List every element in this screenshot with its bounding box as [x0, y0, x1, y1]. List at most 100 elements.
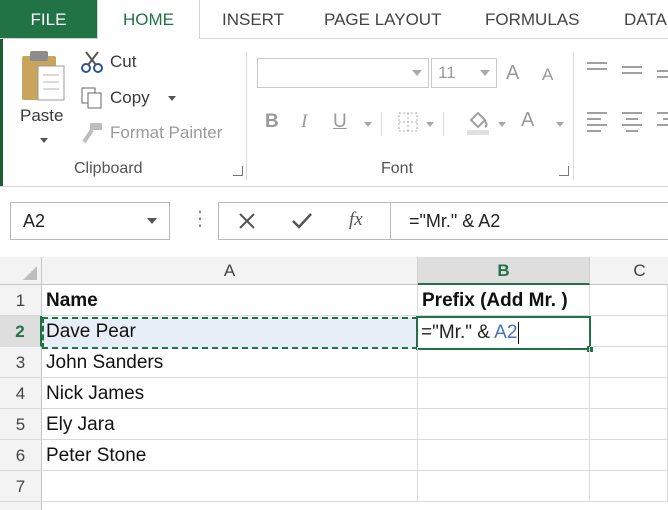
insert-function-icon[interactable]: fx — [349, 209, 363, 231]
row-header-4[interactable]: 4 — [0, 378, 42, 409]
font-color-dropdown-icon[interactable] — [556, 122, 564, 127]
tab-page-layout[interactable]: PAGE LAYOUT — [324, 0, 441, 38]
middle-align-button[interactable] — [620, 60, 644, 80]
ribbon-tab-bar: FILE HOME INSERT PAGE LAYOUT FORMULAS DA… — [0, 0, 668, 39]
paste-label: Paste — [20, 106, 64, 125]
align-right-icon — [657, 112, 668, 126]
cell-b4[interactable] — [418, 378, 590, 409]
font-launcher-icon[interactable] — [559, 166, 569, 176]
borders-dropdown-icon[interactable] — [426, 122, 434, 127]
name-box[interactable]: A2 — [10, 202, 170, 240]
shrink-font-icon[interactable]: A — [542, 65, 553, 85]
tab-data[interactable]: DATA — [624, 0, 667, 38]
active-cell-b2[interactable]: ="Mr." & A2 — [416, 316, 591, 350]
cell-c2[interactable] — [590, 316, 668, 347]
column-header-c[interactable]: C — [590, 257, 668, 285]
column-header-a[interactable]: A — [42, 257, 418, 285]
format-painter-button[interactable]: Format Painter — [80, 121, 240, 147]
cell-b5[interactable] — [418, 409, 590, 440]
cell-a4[interactable]: Nick James — [42, 378, 418, 409]
align-middle-icon — [622, 66, 642, 74]
align-center-icon — [622, 112, 642, 132]
paste-dropdown-icon[interactable] — [40, 138, 48, 143]
enter-checkmark-icon[interactable] — [291, 211, 313, 231]
row-header-6[interactable]: 6 — [0, 440, 42, 471]
copy-icon — [81, 87, 102, 109]
tab-formulas[interactable]: FORMULAS — [485, 0, 579, 38]
align-bottom-icon — [657, 70, 668, 78]
tab-insert[interactable]: INSERT — [222, 0, 284, 38]
copy-dropdown-icon[interactable] — [168, 96, 176, 101]
cell-b1[interactable]: Prefix (Add Mr. ) — [418, 285, 590, 316]
grow-font-icon[interactable]: A — [506, 62, 519, 85]
fill-color-dropdown-icon[interactable] — [498, 122, 506, 127]
paste-button[interactable]: Paste — [18, 48, 70, 158]
row-header-5[interactable]: 5 — [0, 409, 42, 440]
paint-bucket-icon — [467, 111, 489, 135]
cell-a7[interactable] — [42, 471, 418, 502]
cell-c1[interactable] — [590, 285, 668, 316]
formula-bar-grip-icon[interactable]: ⋮ — [190, 206, 210, 231]
cell-a5[interactable]: Ely Jara — [42, 409, 418, 440]
name-box-dropdown-icon[interactable] — [147, 218, 157, 224]
align-left-icon — [587, 112, 607, 132]
formula-text: ="Mr." & A2 — [409, 211, 501, 231]
font-color-button[interactable]: A — [521, 109, 534, 132]
clipboard-group-label: Clipboard — [74, 160, 143, 177]
font-size-select[interactable]: 11 — [431, 58, 497, 88]
cell-b7[interactable] — [418, 471, 590, 502]
cell-a1[interactable]: Name — [42, 285, 418, 316]
column-header-b[interactable]: B — [418, 257, 590, 285]
formula-input[interactable]: ="Mr." & A2 — [390, 202, 668, 240]
top-align-button[interactable] — [585, 60, 609, 80]
align-top-icon — [587, 62, 607, 70]
copy-button[interactable]: Copy — [80, 86, 180, 112]
cell-c5[interactable] — [590, 409, 668, 440]
cell-b3[interactable] — [418, 347, 590, 378]
align-left-button[interactable] — [585, 110, 609, 132]
cell-c6[interactable] — [590, 440, 668, 471]
cell-a3[interactable]: John Sanders — [42, 347, 418, 378]
name-box-value: A2 — [23, 211, 46, 231]
row-header-1[interactable]: 1 — [0, 285, 42, 316]
cell-a2[interactable]: Dave Pear — [42, 316, 418, 347]
cell-b6[interactable] — [418, 440, 590, 471]
cell-a6[interactable]: Peter Stone — [42, 440, 418, 471]
cell-c7[interactable] — [590, 471, 668, 502]
copy-label: Copy — [110, 88, 150, 107]
text-cursor — [518, 321, 520, 344]
borders-icon — [398, 112, 418, 132]
brush-icon — [82, 123, 102, 144]
align-right-button[interactable] — [655, 110, 668, 132]
cancel-icon[interactable] — [237, 211, 257, 231]
row-header-2[interactable]: 2 — [0, 316, 42, 347]
toolbar-divider — [443, 112, 444, 136]
font-size-value: 11 — [438, 63, 456, 82]
cell-b2-edit[interactable]: ="Mr." & A2 — [421, 318, 520, 348]
bottom-align-button[interactable] — [655, 60, 668, 80]
bold-button[interactable]: B — [265, 111, 279, 133]
row-header-7[interactable]: 7 — [0, 471, 42, 502]
font-family-dropdown-icon — [412, 70, 422, 76]
select-all-button[interactable] — [0, 257, 42, 285]
toolbar-divider — [381, 112, 382, 136]
cell-c4[interactable] — [590, 378, 668, 409]
cell-b2-formula-prefix: ="Mr." & — [421, 322, 495, 343]
font-group-label: Font — [381, 160, 414, 177]
cut-button[interactable]: Cut — [80, 50, 150, 76]
select-all-icon — [23, 266, 37, 280]
align-center-button[interactable] — [620, 110, 644, 132]
cut-label: Cut — [110, 52, 137, 71]
underline-button[interactable]: U — [333, 111, 347, 133]
borders-button[interactable] — [398, 112, 418, 132]
fill-color-button[interactable] — [465, 108, 491, 136]
clipboard-launcher-icon[interactable] — [233, 166, 243, 176]
tab-file[interactable]: FILE — [0, 0, 97, 38]
underline-dropdown-icon[interactable] — [364, 122, 372, 127]
cell-c3[interactable] — [590, 347, 668, 378]
tab-home[interactable]: HOME — [97, 0, 200, 39]
italic-button[interactable]: I — [301, 111, 307, 133]
font-family-select[interactable] — [257, 58, 429, 88]
window-edge — [0, 39, 3, 187]
row-header-3[interactable]: 3 — [0, 347, 42, 378]
